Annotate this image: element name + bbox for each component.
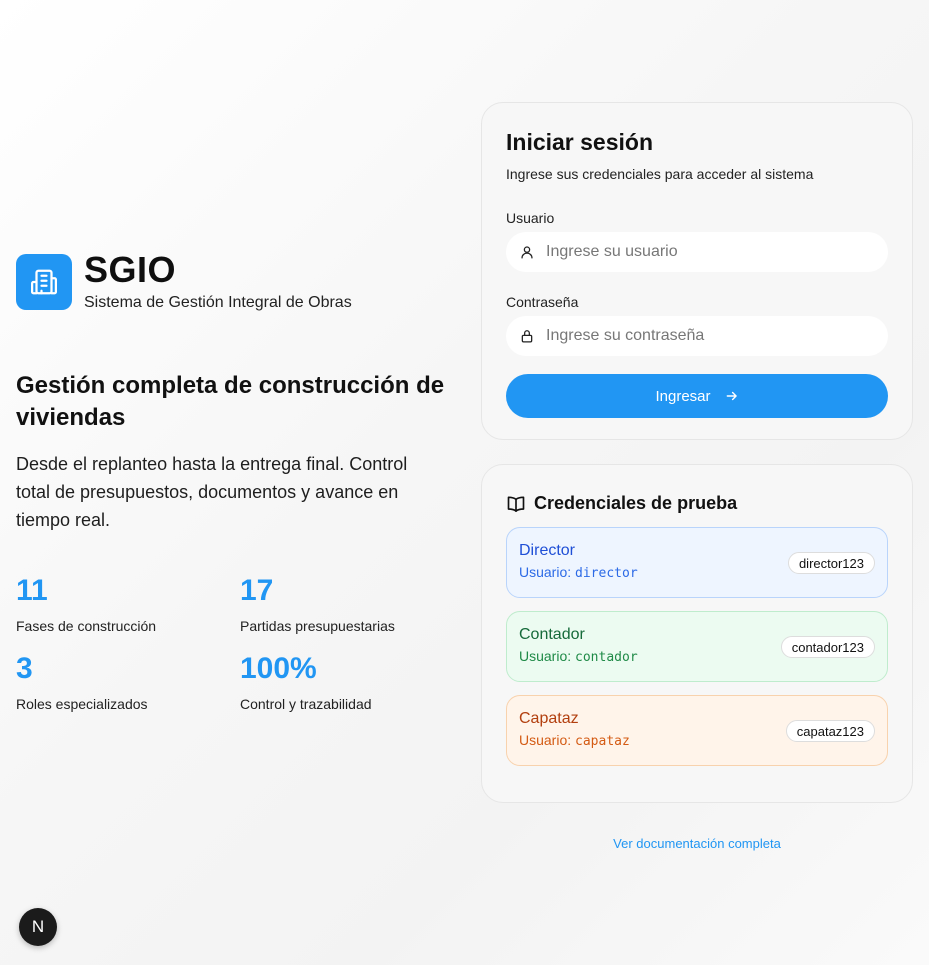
password-field-wrapper[interactable] xyxy=(506,316,888,356)
test-credentials-card: Credenciales de prueba Director Usuario:… xyxy=(481,464,913,803)
stats-grid: 11 Fases de construcción 17 Partidas pre… xyxy=(16,574,464,712)
dev-tools-badge[interactable]: N xyxy=(19,908,57,946)
user-icon xyxy=(521,246,533,259)
building-icon xyxy=(16,254,72,310)
stat-value: 17 xyxy=(240,574,274,607)
documentation-link[interactable]: Ver documentación completa xyxy=(481,836,913,851)
stat-label: Fases de construcción xyxy=(16,618,157,634)
login-card: Iniciar sesión Ingrese sus credenciales … xyxy=(481,102,913,440)
app-subtitle: Sistema de Gestión Integral de Obras xyxy=(84,294,352,311)
stat-label: Partidas presupuestarias xyxy=(240,618,395,634)
credential-item-director[interactable]: Director Usuario: director director123 xyxy=(506,527,888,598)
password-label: Contraseña xyxy=(506,294,579,310)
credential-password-badge: director123 xyxy=(787,552,875,574)
login-submit-button[interactable]: Ingresar xyxy=(506,374,888,418)
stat-label: Roles especializados xyxy=(16,696,148,712)
stat-item: 3 Roles especializados xyxy=(16,652,240,712)
arrow-right-icon xyxy=(726,391,737,401)
username-input[interactable] xyxy=(546,243,846,261)
book-open-icon xyxy=(507,496,525,512)
lock-icon xyxy=(521,330,533,343)
login-subtitle: Ingrese sus credenciales para acceder al… xyxy=(506,166,814,182)
hero-description: Desde el replanteo hasta la entrega fina… xyxy=(16,454,408,530)
stat-item: 17 Partidas presupuestarias xyxy=(240,574,464,634)
stat-item: 100% Control y trazabilidad xyxy=(240,652,464,712)
stat-value: 11 xyxy=(16,574,48,607)
credential-password-badge: contador123 xyxy=(780,636,875,658)
username-field-wrapper[interactable] xyxy=(506,232,888,272)
stat-value: 3 xyxy=(16,652,33,685)
stat-item: 11 Fases de construcción xyxy=(16,574,240,634)
credential-password-badge: capataz123 xyxy=(785,720,875,742)
brand: SGIO Sistema de Gestión Integral de Obra… xyxy=(16,252,352,312)
stat-value: 100% xyxy=(240,652,317,685)
submit-label: Ingresar xyxy=(655,387,711,405)
stat-label: Control y trazabilidad xyxy=(240,696,372,712)
password-input[interactable] xyxy=(546,327,846,345)
username-label: Usuario xyxy=(506,210,555,226)
app-title: SGIO xyxy=(84,249,177,290)
credentials-title: Credenciales de prueba xyxy=(534,493,738,513)
hero-headline: Gestión completa de construcción de vivi… xyxy=(16,372,445,431)
credential-item-contador[interactable]: Contador Usuario: contador contador123 xyxy=(506,611,888,682)
credentials-header: Credenciales de prueba xyxy=(506,493,888,514)
credential-item-capataz[interactable]: Capataz Usuario: capataz capataz123 xyxy=(506,695,888,766)
login-title: Iniciar sesión xyxy=(506,129,654,155)
